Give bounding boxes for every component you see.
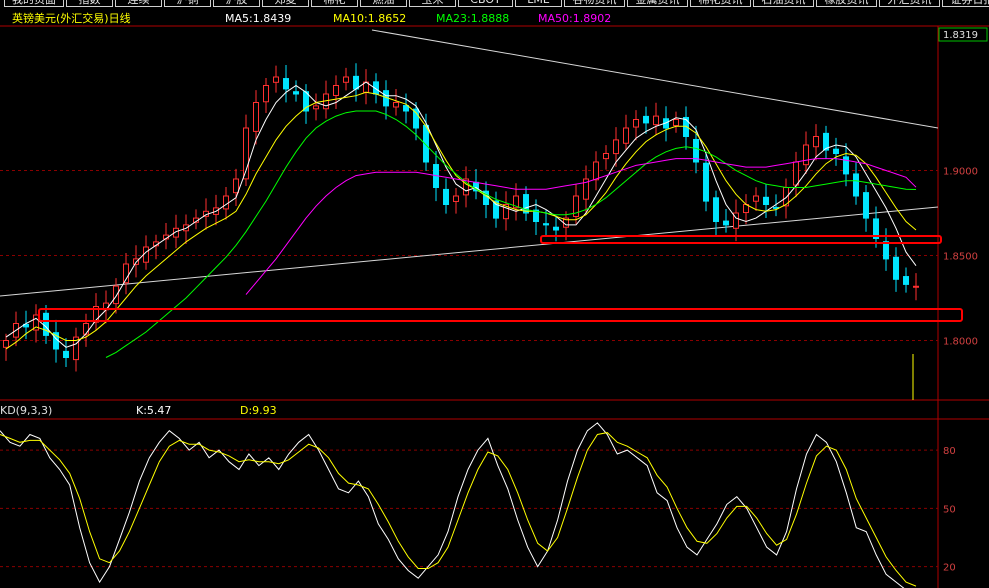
candle-body: [543, 223, 549, 226]
candle-body: [83, 323, 89, 335]
nav-tab[interactable]: 郑麦: [262, 0, 309, 7]
candle-body: [713, 197, 719, 222]
candle-body: [893, 256, 899, 280]
candle-body: [833, 148, 839, 154]
kd-d-label: D:9.93: [240, 404, 277, 417]
nav-tab[interactable]: 石油资讯: [753, 0, 814, 7]
kd-title: KD(9,3,3): [0, 404, 52, 417]
candle-body: [143, 246, 149, 263]
ma-legend-label: MA10:1.8652: [333, 12, 406, 25]
kd-k-label: K:5.47: [136, 404, 171, 417]
candle-body: [353, 75, 359, 90]
candle-body: [443, 188, 449, 205]
nav-tab[interactable]: 沪铜: [164, 0, 211, 7]
candle-body: [753, 195, 759, 202]
candle-body: [453, 195, 459, 202]
nav-tab[interactable]: LME: [515, 0, 562, 7]
resistance-trendline: [371, 29, 939, 129]
nav-tab[interactable]: 玉米: [409, 0, 456, 7]
nav-tab[interactable]: 棉花: [311, 0, 358, 7]
candle-body: [3, 340, 9, 348]
ma-legend-label: MA23:1.8888: [436, 12, 509, 25]
candle-body: [913, 285, 919, 288]
candle-body: [853, 173, 859, 197]
candle-body: [633, 119, 639, 128]
candle-body: [843, 156, 849, 175]
candle-body: [723, 220, 729, 226]
candle-body: [623, 127, 629, 144]
nav-tab[interactable]: 外汇资讯: [879, 0, 940, 7]
ma-legend-label: MA50:1.8902: [538, 12, 611, 25]
support-zone-box: [38, 308, 963, 322]
candle-body: [863, 192, 869, 219]
top-navigation-bar: 我的页面指数连续沪铜沪胶郑麦棉花燃油玉米CBOTLME谷物资讯金属资讯棉花资讯石…: [0, 0, 989, 8]
candle-body: [333, 85, 339, 96]
candle-body: [653, 115, 659, 126]
nav-tab[interactable]: 棉花资讯: [690, 0, 751, 7]
candle-body: [613, 139, 619, 155]
price-panel: 英镑美元(外汇交易)日线 MA5:1.8439 MA10:1.8652 MA23:1.…: [0, 11, 989, 588]
candle-body: [393, 102, 399, 108]
nav-tab[interactable]: CBOT: [458, 0, 513, 7]
nav-tab[interactable]: 燃油: [360, 0, 407, 7]
chart-canvas: 英镑美元(外汇交易)日线 MA5:1.8439 MA10:1.8652 MA23:1.…: [0, 11, 989, 588]
nav-tab[interactable]: 指数: [66, 0, 113, 7]
support-zone-box: [540, 235, 942, 244]
ma-line-ma50: [245, 158, 917, 295]
price-tick-label: 1.9000: [943, 167, 978, 178]
candle-body: [273, 76, 279, 83]
last-price-label: 1.8319: [943, 30, 978, 41]
kd-panel: KD(9,3,3) K:5.47 D:9.93 80 50 20: [0, 404, 989, 588]
candle-body: [293, 91, 299, 95]
nav-tab[interactable]: 谷物资讯: [564, 0, 625, 7]
nav-tab[interactable]: 证券日报: [942, 0, 989, 7]
support-trendline: [0, 206, 939, 297]
kd-tick-label: 50: [943, 504, 956, 515]
candle-body: [63, 350, 69, 359]
candle-body: [593, 161, 599, 181]
candle-body: [233, 178, 239, 194]
candle-body: [313, 105, 319, 110]
kd-tick-label: 80: [943, 446, 956, 457]
candle-body: [763, 196, 769, 205]
candle-body: [553, 226, 559, 231]
candle-body: [603, 153, 609, 160]
candle-body: [413, 108, 419, 129]
candle-body: [43, 312, 49, 336]
candle-body: [703, 162, 709, 202]
candle-body: [643, 115, 649, 124]
nav-tab[interactable]: 连续: [115, 0, 162, 7]
candle-body: [803, 144, 809, 166]
candle-body: [813, 136, 819, 148]
kd-line-k: [0, 422, 905, 588]
chart-title: 英镑美元(外汇交易)日线: [12, 11, 131, 25]
price-tick-label: 1.8000: [943, 337, 978, 348]
ma-line-ma10: [5, 91, 917, 350]
candle-body: [223, 195, 229, 210]
candle-body: [113, 285, 119, 305]
nav-tab[interactable]: 橡胶资讯: [816, 0, 877, 7]
candle-body: [283, 78, 289, 90]
price-tick-label: 1.8500: [943, 252, 978, 263]
ma-legend-label: MA5:1.8439: [225, 12, 291, 25]
candle-body: [263, 85, 269, 103]
candle-body: [903, 276, 909, 285]
candle-body: [253, 102, 259, 132]
candle-body: [403, 105, 409, 112]
kd-tick-label: 20: [943, 563, 956, 574]
candle-body: [343, 76, 349, 83]
kd-line-d: [0, 432, 917, 587]
candle-body: [673, 119, 679, 127]
candle-body: [793, 161, 799, 186]
candle-body: [883, 241, 889, 260]
nav-tab[interactable]: 金属资讯: [627, 0, 688, 7]
nav-tab[interactable]: 沪胶: [213, 0, 260, 7]
nav-tab[interactable]: 我的页面: [4, 0, 64, 7]
ma-line-ma5: [5, 81, 917, 348]
